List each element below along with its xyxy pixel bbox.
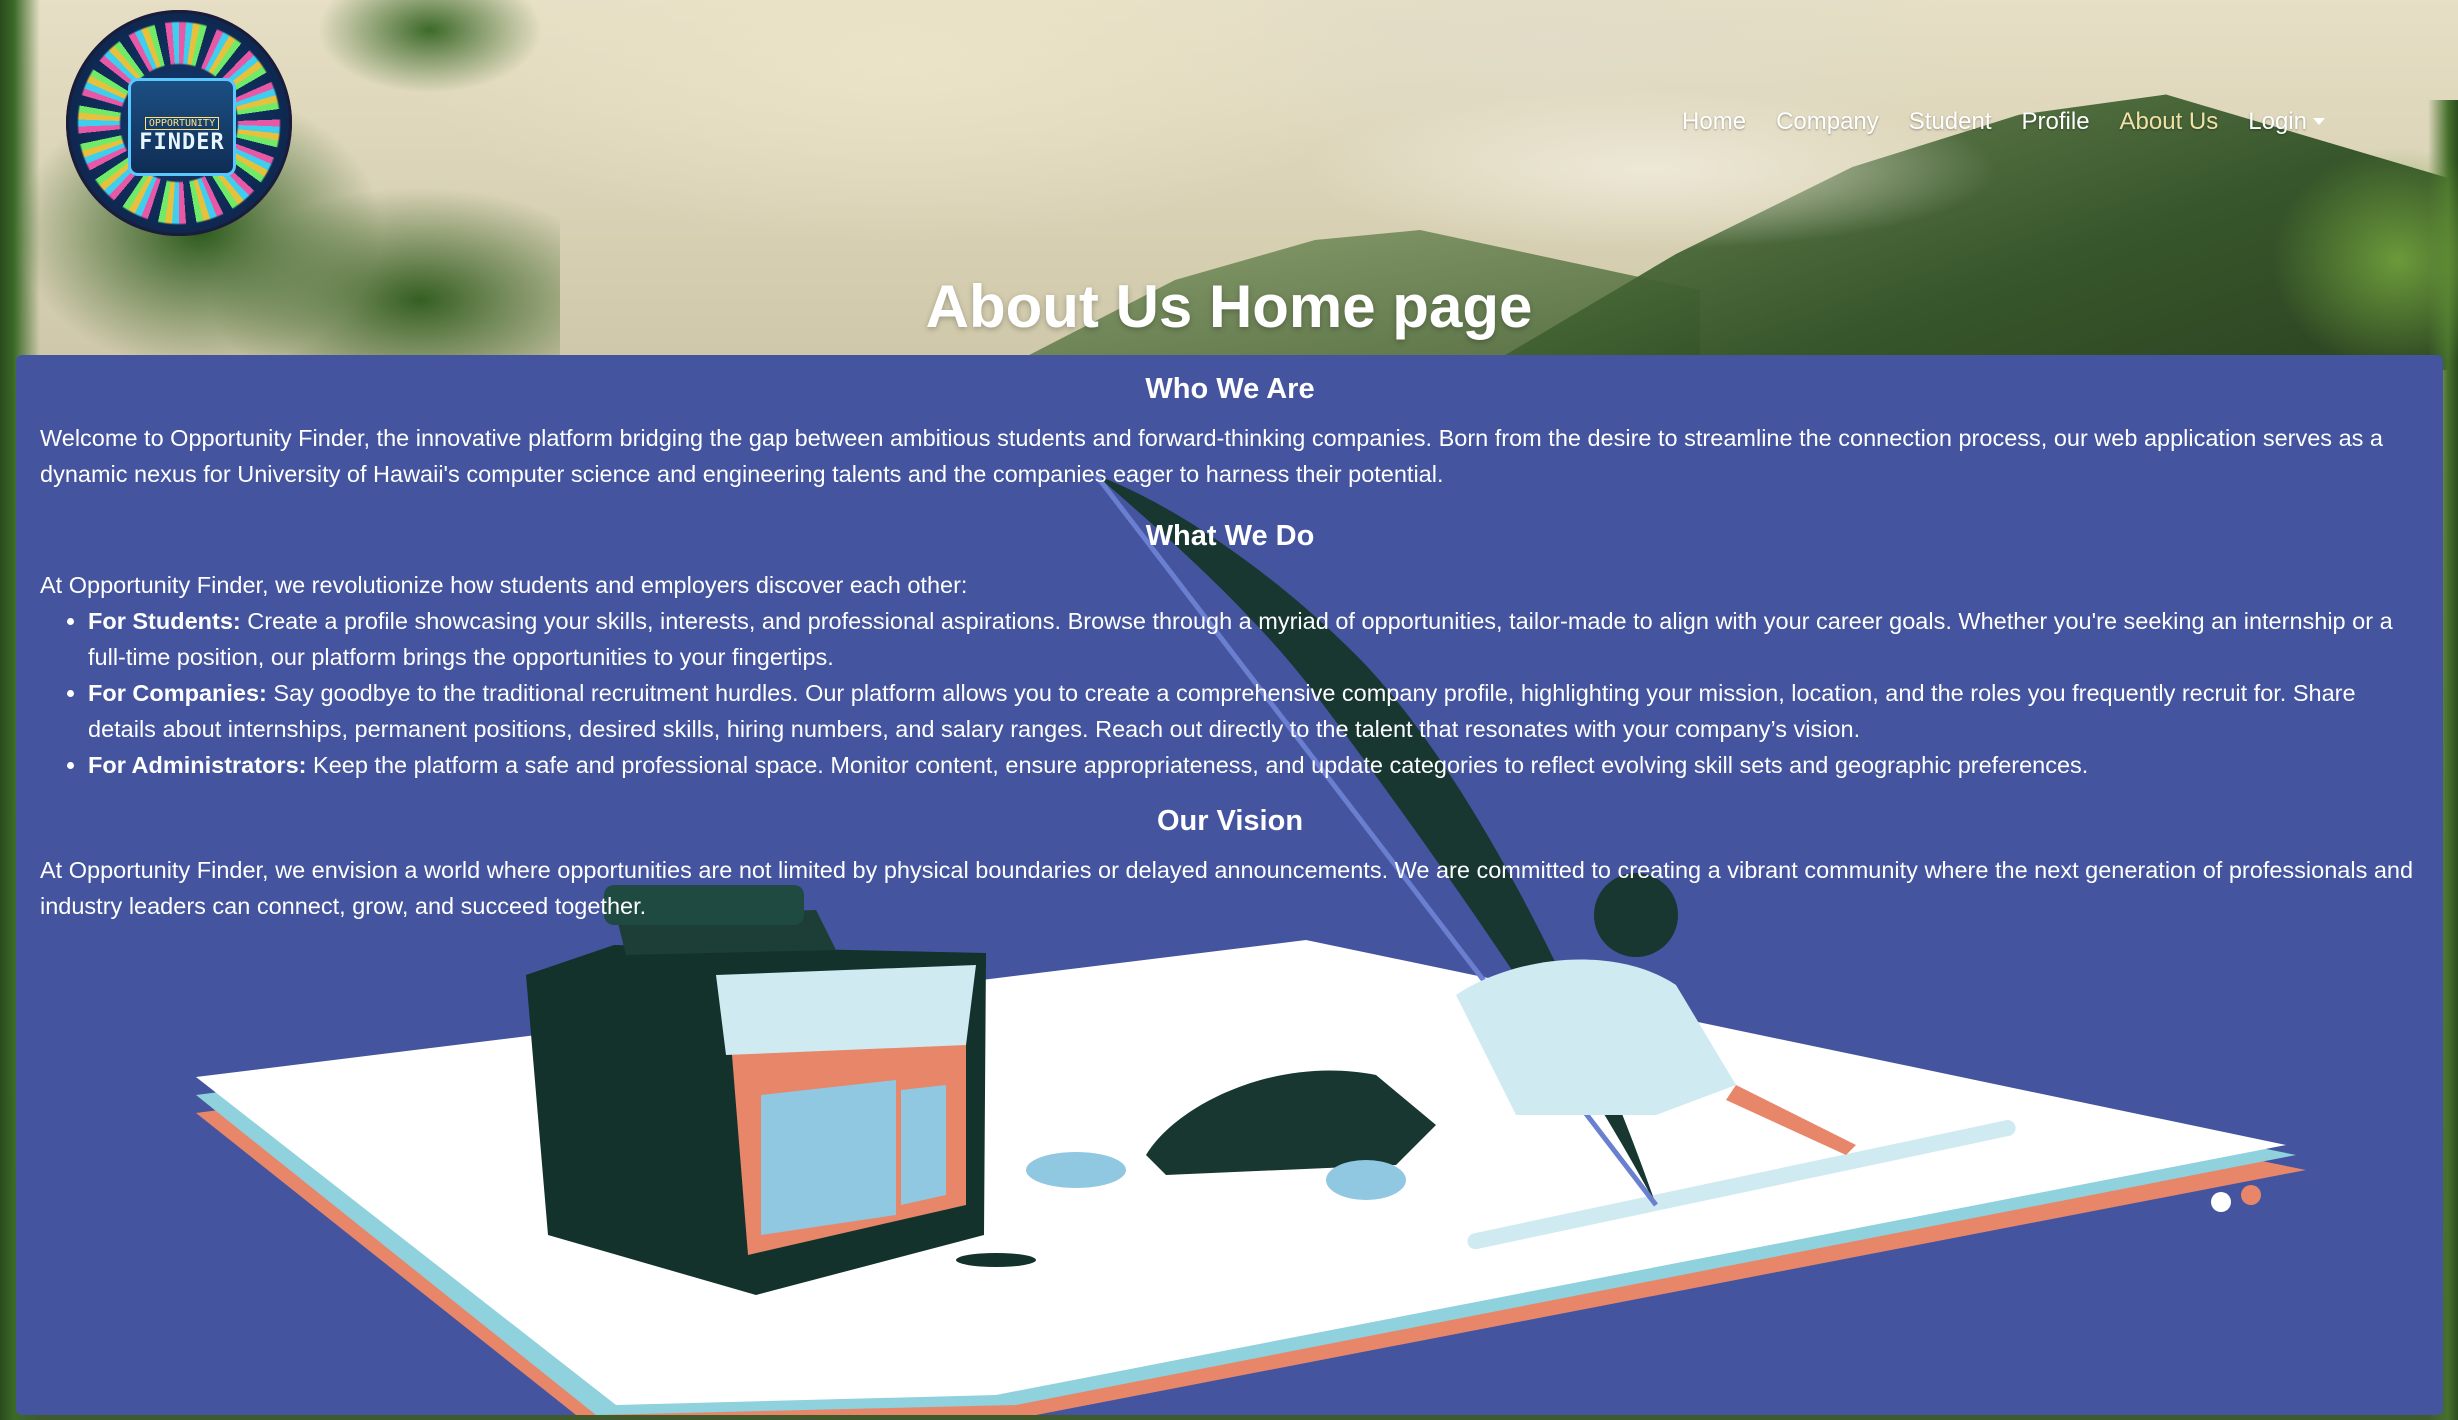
nav-login-dropdown[interactable]: Login	[2233, 108, 2340, 136]
nav-company-link[interactable]: Company	[1761, 108, 1894, 136]
about-panel: Who We Are Welcome to Opportunity Finder…	[16, 355, 2443, 1415]
list-item-text: Keep the platform a safe and professiona…	[306, 752, 2089, 778]
who-we-are-text: Welcome to Opportunity Finder, the innov…	[40, 425, 2384, 487]
audience-list: For Students: Create a profile showcasin…	[40, 603, 2420, 783]
section-heading-what-we-do: What We Do	[1145, 520, 1315, 552]
our-vision-text: At Opportunity Finder, we envision a wor…	[40, 857, 2414, 919]
logo-text-finder: FINDER	[139, 130, 225, 155]
list-item-companies: For Companies: Say goodbye to the tradit…	[88, 675, 2420, 747]
main-navbar: Home Company Student Profile About Us Lo…	[1667, 108, 2340, 136]
logo-text-opportunity: OPPORTUNITY	[144, 117, 220, 130]
site-logo[interactable]: OPPORTUNITY FINDER	[66, 10, 292, 236]
list-item-label: For Companies:	[88, 680, 267, 706]
list-item-text: Create a profile showcasing your skills,…	[88, 608, 2393, 670]
nav-home-link[interactable]: Home	[1667, 108, 1761, 136]
list-item-students: For Students: Create a profile showcasin…	[88, 603, 2420, 675]
nav-login-label: Login	[2248, 108, 2307, 135]
chip-icon: OPPORTUNITY FINDER	[128, 78, 236, 176]
nav-profile-link[interactable]: Profile	[2007, 108, 2105, 136]
section-heading-who-we-are: Who We Are	[1145, 373, 1315, 405]
list-item-administrators: For Administrators: Keep the platform a …	[88, 747, 2420, 783]
list-item-text: Say goodbye to the traditional recruitme…	[88, 680, 2356, 742]
section-heading-our-vision: Our Vision	[1156, 805, 1304, 837]
nav-student-link[interactable]: Student	[1894, 108, 2007, 136]
chevron-down-icon	[2313, 118, 2325, 125]
list-item-label: For Students:	[88, 608, 241, 634]
nav-about-us-link[interactable]: About Us	[2105, 108, 2234, 136]
list-item-label: For Administrators:	[88, 752, 307, 778]
page-title: About Us Home page	[925, 273, 1533, 340]
what-we-do-intro: At Opportunity Finder, we revolutionize …	[40, 572, 968, 598]
about-content: Who We Are Welcome to Opportunity Finder…	[40, 373, 2420, 924]
